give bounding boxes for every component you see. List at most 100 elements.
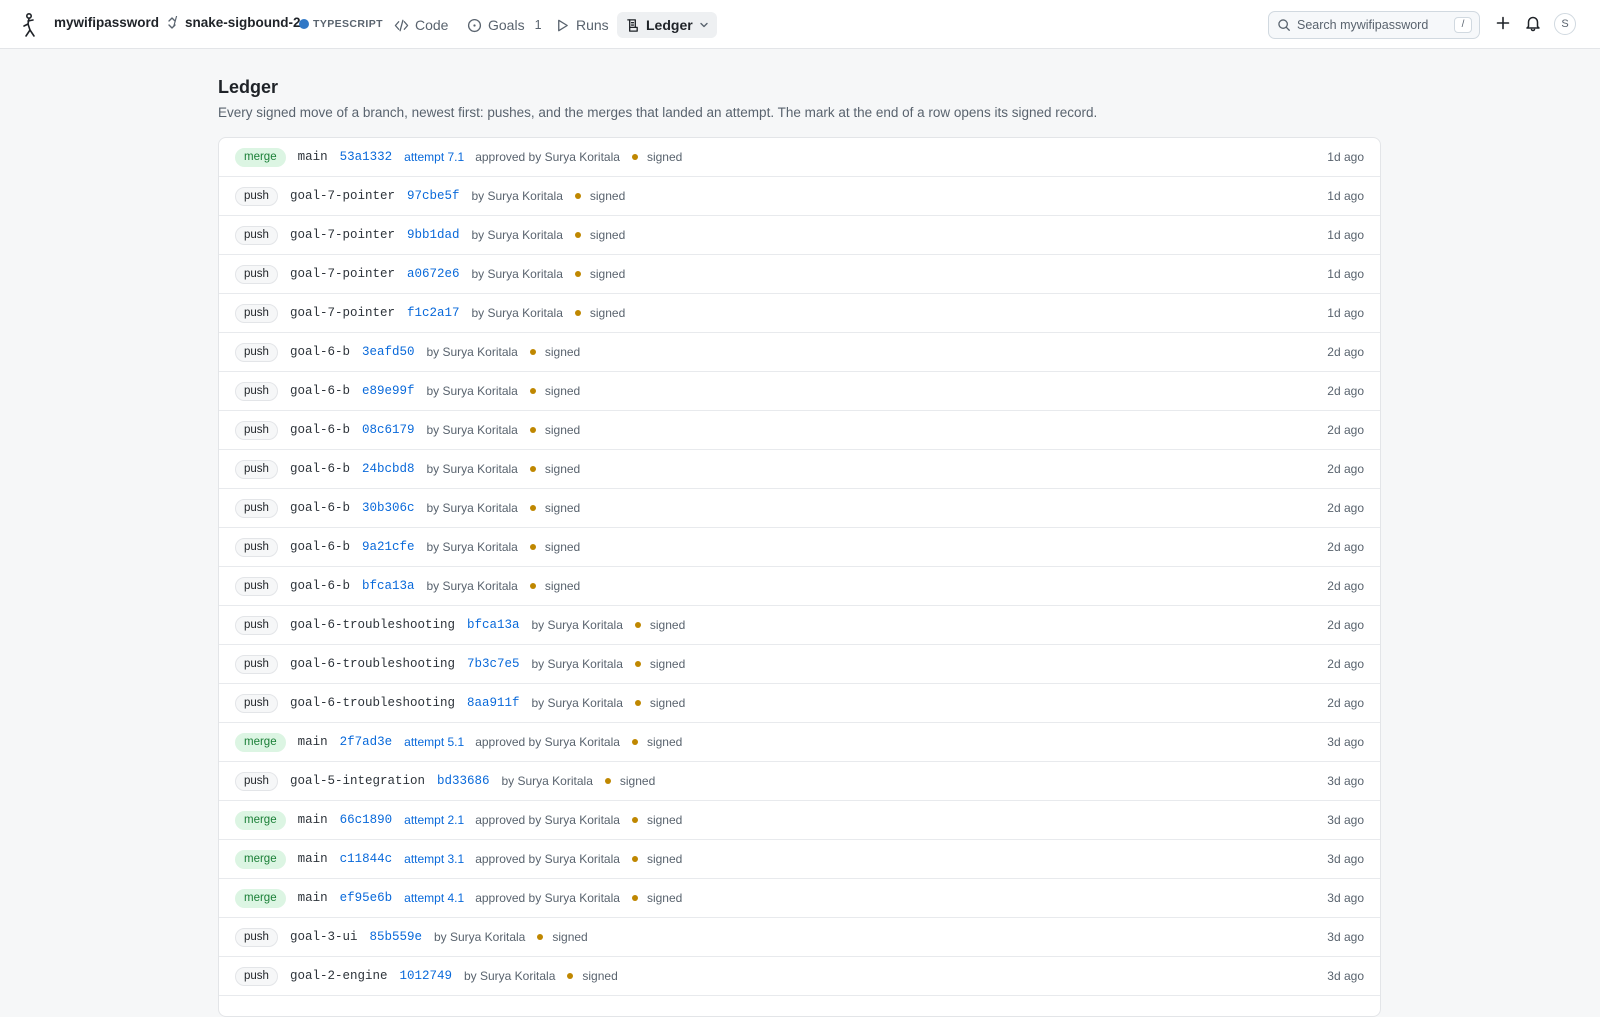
author-text: by Surya Koritala xyxy=(426,423,518,437)
author-text: by Surya Koritala xyxy=(433,930,526,944)
commit-sha-link[interactable]: 3eafd50 xyxy=(362,345,415,359)
ledger-row[interactable]: push goal-6-b 3eafd50 by Surya Koritala sign… xyxy=(219,333,1380,372)
attempt-link[interactable]: attempt 5.1 xyxy=(404,735,464,749)
timestamp: 2d ago xyxy=(1327,540,1364,554)
commit-sha-link[interactable]: 7b3c7e5 xyxy=(467,657,520,671)
signed-record-link[interactable]: signed xyxy=(650,618,685,632)
commit-sha-link[interactable]: 66c1890 xyxy=(340,813,393,827)
signed-record-link[interactable]: signed xyxy=(647,813,682,827)
ledger-row[interactable]: push goal-6-b bfca13a by Surya Koritala sign… xyxy=(219,567,1380,606)
commit-sha-link[interactable]: 1012749 xyxy=(399,969,452,983)
ledger-row[interactable]: push goal-6-b 24bcbd8 by Surya Koritala sign… xyxy=(219,450,1380,489)
branch-name: goal-6-troubleshooting xyxy=(289,657,455,671)
ledger-row[interactable]: push goal-7-pointer f1c2a17 by Surya Korita… xyxy=(219,294,1380,333)
ledger-row[interactable]: merge main 66c1890 attempt 2.1 approved by S… xyxy=(219,801,1380,840)
commit-sha-link[interactable]: 53a1332 xyxy=(340,150,393,164)
commit-sha-link[interactable]: 08c6179 xyxy=(362,423,415,437)
signed-record-link[interactable]: signed xyxy=(582,969,617,983)
signed-record-link[interactable]: signed xyxy=(590,306,625,320)
kind-badge: push xyxy=(235,966,278,986)
signed-record-link[interactable]: signed xyxy=(647,150,682,164)
signed-dot xyxy=(529,427,536,433)
signed-record-link[interactable]: signed xyxy=(647,891,682,905)
commit-sha-link[interactable]: bd33686 xyxy=(437,774,490,788)
ledger-row[interactable]: push goal-7-pointer 97cbe5f by Surya Korita… xyxy=(219,177,1380,216)
plus-icon[interactable] xyxy=(1494,14,1512,32)
signed-record-link[interactable]: signed xyxy=(590,189,625,203)
ledger-row[interactable]: push goal-6-troubleshooting bfca13a by Sury… xyxy=(219,606,1380,645)
author-text: by Surya Koritala xyxy=(471,189,563,203)
commit-sha-link[interactable]: c11844c xyxy=(340,852,393,866)
timestamp: 2d ago xyxy=(1327,462,1364,476)
ledger-row[interactable]: push goal-5-integration bd33686 by Surya Ko… xyxy=(219,762,1380,801)
signed-record-link[interactable]: signed xyxy=(650,657,685,671)
ledger-row[interactable]: merge main ef95e6b attempt 4.1 approved by S… xyxy=(219,879,1380,918)
goals-count: 1 xyxy=(534,18,542,32)
search-input[interactable] xyxy=(1297,18,1457,32)
ledger-row[interactable]: push goal-6-troubleshooting 7b3c7e5 by Sury… xyxy=(219,645,1380,684)
commit-sha-link[interactable]: 9a21cfe xyxy=(362,540,415,554)
commit-sha-link[interactable]: 8aa911f xyxy=(467,696,520,710)
attempt-link[interactable]: attempt 2.1 xyxy=(404,813,464,827)
ledger-list: merge main 53a1332 attempt 7.1 approved by S… xyxy=(218,137,1381,1017)
bell-icon[interactable] xyxy=(1524,14,1542,32)
signed-dot xyxy=(537,934,544,940)
commit-sha-link[interactable]: bfca13a xyxy=(467,618,520,632)
commit-sha-link[interactable]: e89e99f xyxy=(362,384,415,398)
ledger-row[interactable]: push goal-3-ui 85b559e by Surya Koritala sig… xyxy=(219,918,1380,957)
commit-sha-link[interactable]: 9bb1dad xyxy=(407,228,460,242)
attempt-link[interactable]: attempt 3.1 xyxy=(404,852,464,866)
commit-sha-link[interactable]: 85b559e xyxy=(369,930,422,944)
ledger-row[interactable]: push goal-6-troubleshooting 8aa911f by Sury… xyxy=(219,684,1380,723)
signed-record-link[interactable]: signed xyxy=(545,579,580,593)
avatar[interactable]: S xyxy=(1554,13,1576,35)
attempt-link[interactable]: attempt 4.1 xyxy=(404,891,464,905)
commit-sha-link[interactable]: 2f7ad3e xyxy=(340,735,393,749)
org-switcher[interactable]: mywifipassword xyxy=(54,15,177,30)
repo-name[interactable]: snake-sigbound-2 xyxy=(185,15,301,30)
ledger-row[interactable]: push goal-7-pointer 9bb1dad by Surya Korita… xyxy=(219,216,1380,255)
commit-sha-link[interactable]: 24bcbd8 xyxy=(362,462,415,476)
timestamp: 3d ago xyxy=(1327,813,1364,827)
tab-runs[interactable]: Runs xyxy=(547,12,617,38)
ledger-row[interactable]: push goal-2-engine 1012749 by Surya Korital… xyxy=(219,957,1380,996)
search-box[interactable]: / xyxy=(1268,11,1480,39)
signed-record-link[interactable]: signed xyxy=(647,735,682,749)
ledger-row[interactable]: merge main 53a1332 attempt 7.1 approved by S… xyxy=(219,138,1380,177)
tab-ledger[interactable]: Ledger xyxy=(617,12,717,38)
signed-record-link[interactable]: signed xyxy=(545,423,580,437)
commit-sha-link[interactable]: bfca13a xyxy=(362,579,415,593)
signed-record-link[interactable]: signed xyxy=(590,228,625,242)
signed-record-link[interactable]: signed xyxy=(620,774,655,788)
commit-sha-link[interactable]: 30b306c xyxy=(362,501,415,515)
commit-sha-link[interactable]: ef95e6b xyxy=(340,891,393,905)
signed-record-link[interactable]: signed xyxy=(545,501,580,515)
ledger-row[interactable]: merge main 2f7ad3e attempt 5.1 approved by S… xyxy=(219,723,1380,762)
signed-record-link[interactable]: signed xyxy=(545,540,580,554)
ledger-row[interactable]: push goal-6-b e89e99f by Surya Koritala sign… xyxy=(219,372,1380,411)
signed-record-link[interactable]: signed xyxy=(545,345,580,359)
ledger-row[interactable]: push goal-6-b 30b306c by Surya Koritala sign… xyxy=(219,489,1380,528)
signed-record-link[interactable]: signed xyxy=(545,462,580,476)
tab-code[interactable]: Code xyxy=(386,12,456,38)
commit-sha-link[interactable]: f1c2a17 xyxy=(407,306,460,320)
ledger-row[interactable]: push goal-6-b 9a21cfe by Surya Koritala sign… xyxy=(219,528,1380,567)
timestamp: 1d ago xyxy=(1327,189,1364,203)
signed-dot xyxy=(574,271,581,277)
logo-icon[interactable] xyxy=(18,12,40,38)
commit-sha-link[interactable]: a0672e6 xyxy=(407,267,460,281)
signed-record-link[interactable]: signed xyxy=(552,930,587,944)
attempt-link[interactable]: attempt 7.1 xyxy=(404,150,464,164)
signed-record-link[interactable]: signed xyxy=(590,267,625,281)
signed-record-link[interactable]: signed xyxy=(647,852,682,866)
kind-badge: push xyxy=(235,264,278,284)
commit-sha-link[interactable]: 97cbe5f xyxy=(407,189,460,203)
tab-goals[interactable]: Goals 1 xyxy=(459,12,550,38)
signed-record-link[interactable]: signed xyxy=(650,696,685,710)
timestamp: 1d ago xyxy=(1327,150,1364,164)
ledger-row[interactable]: merge main c11844c attempt 3.1 approved by S… xyxy=(219,840,1380,879)
author-text: by Surya Koritala xyxy=(531,696,623,710)
ledger-row[interactable]: push goal-7-pointer a0672e6 by Surya Korita… xyxy=(219,255,1380,294)
ledger-row[interactable]: push goal-6-b 08c6179 by Surya Koritala sign… xyxy=(219,411,1380,450)
signed-record-link[interactable]: signed xyxy=(545,384,580,398)
